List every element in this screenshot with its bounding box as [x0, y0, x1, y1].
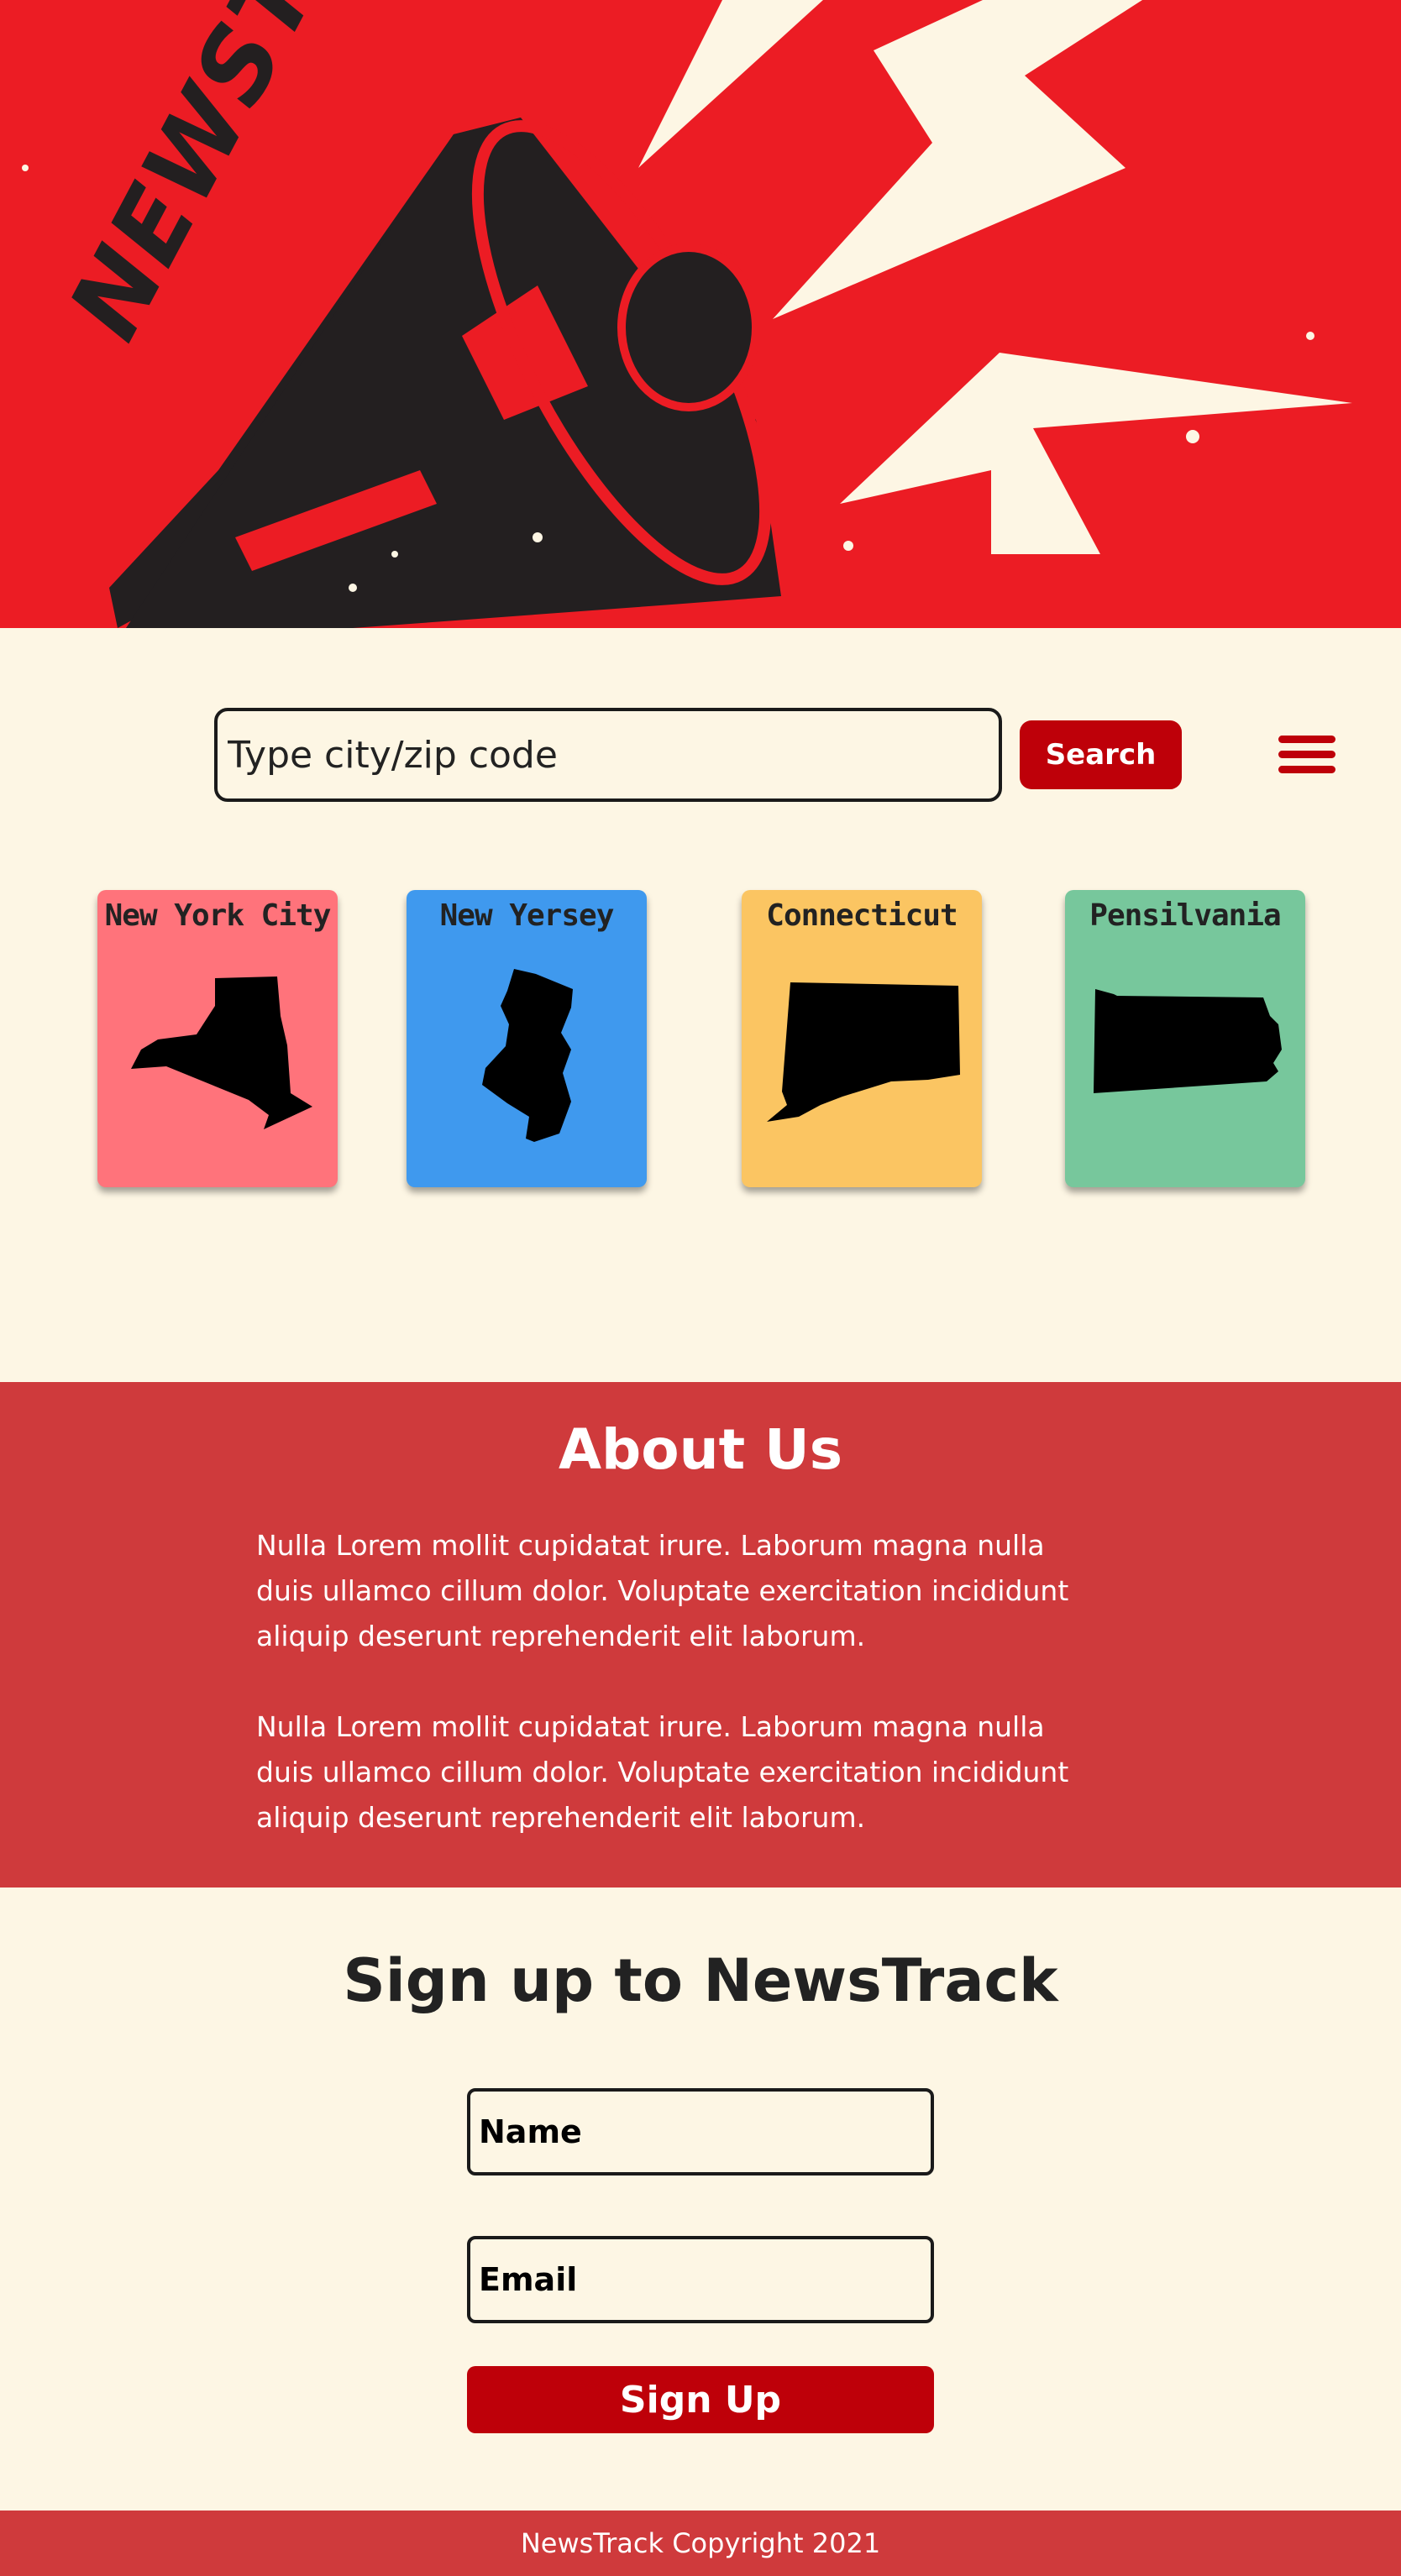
connecticut-state-icon	[767, 982, 960, 1122]
search-button[interactable]: Search	[1020, 720, 1182, 789]
state-card-connecticut[interactable]: Connecticut	[742, 890, 982, 1187]
about-us-section: About Us Nulla Lorem mollit cupidatat ir…	[0, 1382, 1401, 1887]
copyright-text: NewsTrack Copyright 2021	[520, 2527, 881, 2559]
email-field[interactable]	[467, 2236, 934, 2323]
state-card-new-york[interactable]: New York City	[97, 890, 338, 1187]
about-paragraph: Nulla Lorem mollit cupidatat irure. Labo…	[256, 1710, 1069, 1834]
signup-title: Sign up to NewsTrack	[343, 1946, 1058, 2015]
city-zip-search-input[interactable]	[214, 708, 1002, 802]
pennsylvania-state-icon	[1094, 989, 1282, 1093]
new-jersey-state-icon	[482, 969, 573, 1142]
hero-banner: NEWSTRACK	[0, 0, 1401, 628]
hamburger-menu-icon[interactable]	[1278, 736, 1335, 774]
about-us-title: About Us	[558, 1417, 843, 1482]
name-field[interactable]	[467, 2088, 934, 2175]
state-card-new-jersey[interactable]: New Yersey	[407, 890, 647, 1187]
about-paragraph: Nulla Lorem mollit cupidatat irure. Labo…	[256, 1529, 1069, 1652]
sign-up-button[interactable]: Sign Up	[467, 2366, 934, 2433]
state-card-pennsylvania[interactable]: Pensilvania	[1065, 890, 1305, 1187]
new-york-state-icon	[131, 976, 312, 1129]
footer: NewsTrack Copyright 2021	[0, 2511, 1401, 2576]
